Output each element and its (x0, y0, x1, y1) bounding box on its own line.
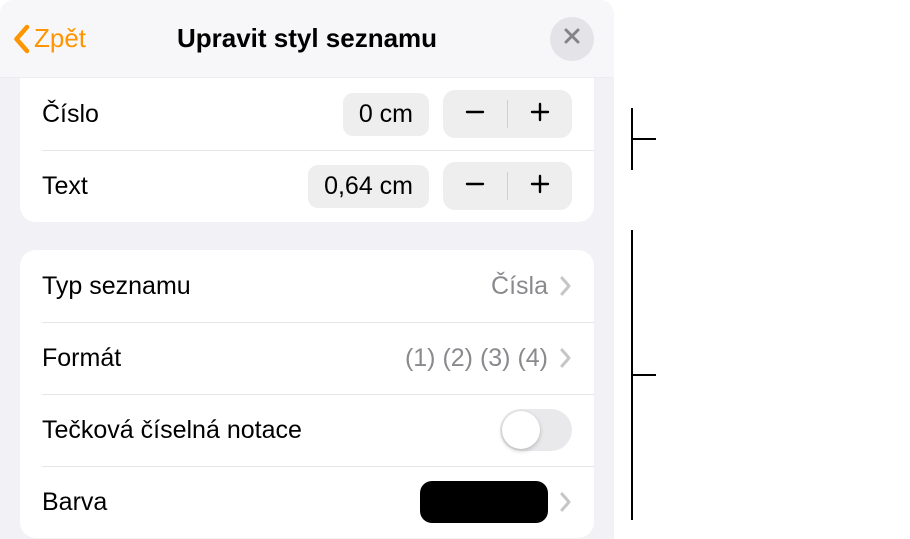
toggle-knob (502, 411, 540, 449)
list-type-label: Typ seznamu (42, 272, 491, 301)
color-label: Barva (42, 488, 420, 517)
number-indent-row: Číslo 0 cm (20, 78, 594, 150)
text-indent-increment[interactable] (508, 162, 572, 210)
chevron-right-icon (560, 492, 572, 512)
tiered-numbers-toggle[interactable] (500, 409, 572, 451)
close-button[interactable] (550, 17, 594, 61)
list-options-group: Typ seznamu Čísla Formát (1) (2) (3) (4)… (20, 250, 594, 538)
plus-icon (529, 101, 551, 128)
text-indent-value: 0,64 cm (308, 165, 429, 208)
text-indent-label: Text (42, 172, 308, 201)
list-type-value: Čísla (491, 272, 548, 301)
tiered-numbers-row: Tečková číselná notace (20, 394, 594, 466)
plus-icon (529, 173, 551, 200)
format-label: Formát (42, 344, 405, 373)
panel-header: Zpět Upravit styl seznamu (0, 0, 614, 78)
list-type-row[interactable]: Typ seznamu Čísla (20, 250, 594, 322)
color-row[interactable]: Barva (20, 466, 594, 538)
text-indent-stepper (443, 162, 572, 210)
chevron-right-icon (560, 348, 572, 368)
number-indent-increment[interactable] (508, 90, 572, 138)
edit-list-style-panel: Zpět Upravit styl seznamu Číslo 0 cm (0, 0, 614, 539)
close-icon (563, 27, 581, 50)
panel-content: Číslo 0 cm Text 0,64 cm (0, 78, 614, 538)
minus-icon (464, 173, 486, 200)
text-indent-row: Text 0,64 cm (20, 150, 594, 222)
format-row[interactable]: Formát (1) (2) (3) (4) (20, 322, 594, 394)
minus-icon (464, 101, 486, 128)
callout-lines (614, 0, 910, 539)
back-label: Zpět (34, 23, 86, 54)
back-button[interactable]: Zpět (10, 23, 86, 54)
number-indent-stepper (443, 90, 572, 138)
number-indent-value: 0 cm (343, 93, 429, 136)
chevron-right-icon (560, 276, 572, 296)
text-indent-decrement[interactable] (443, 162, 507, 210)
number-indent-label: Číslo (42, 100, 343, 129)
panel-title: Upravit styl seznamu (177, 23, 437, 54)
indent-group: Číslo 0 cm Text 0,64 cm (20, 78, 594, 222)
chevron-left-icon (10, 24, 32, 54)
number-indent-decrement[interactable] (443, 90, 507, 138)
format-value: (1) (2) (3) (4) (405, 344, 548, 373)
color-swatch (420, 481, 548, 523)
tiered-numbers-label: Tečková číselná notace (42, 416, 500, 445)
